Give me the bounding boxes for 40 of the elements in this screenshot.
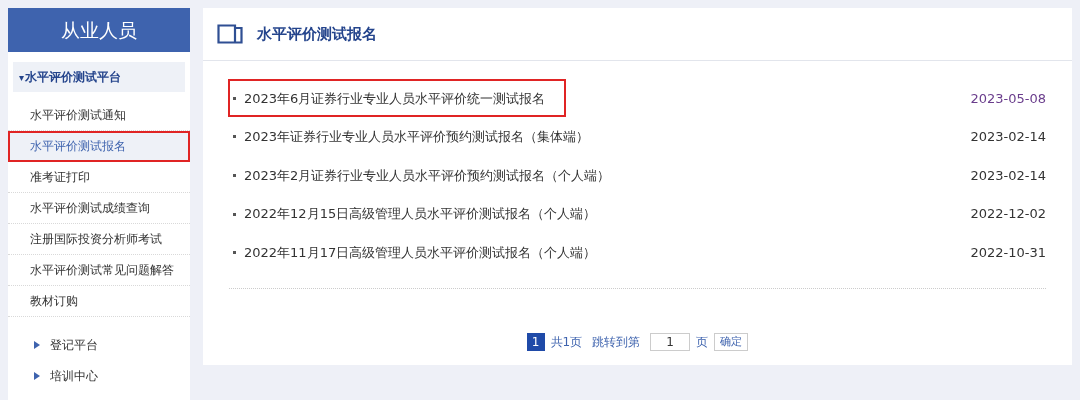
- panel-icon: [217, 24, 243, 44]
- sidebar-title: 从业人员: [8, 8, 190, 52]
- page-unit-label: 页: [696, 333, 709, 351]
- page-button[interactable]: 1: [526, 332, 545, 351]
- news-date: 2023-02-14: [970, 128, 1046, 147]
- bullet-icon: [233, 135, 236, 139]
- news-item[interactable]: 2022年11月17日高级管理人员水平评价测试报名（个人端）: [229, 234, 617, 271]
- section-label: 水平评价测试平台: [25, 69, 122, 86]
- news-date: 2022-10-31: [970, 243, 1046, 262]
- news-link[interactable]: 2023年6月证券行业专业人员水平评价统一测试报名: [244, 88, 546, 109]
- sidebar-item[interactable]: 注册国际投资分析师考试: [8, 224, 190, 255]
- news-date: 2023-02-14: [970, 166, 1046, 185]
- page-count: 共1页: [550, 333, 583, 351]
- news-link[interactable]: 2022年11月17日高级管理人员水平评价测试报名（个人端）: [244, 242, 597, 263]
- sidebar-item[interactable]: 准考证打印: [8, 162, 190, 193]
- bullet-icon: [233, 174, 236, 177]
- news-item[interactable]: 2023年6月证券行业专业人员水平评价统一测试报名: [229, 80, 566, 117]
- sidebar-item[interactable]: 水平评价测试报名: [8, 131, 190, 162]
- page-input[interactable]: 1: [650, 332, 691, 351]
- caret-icon: ▾: [19, 69, 25, 85]
- panel-title: 水平评价测试报名: [257, 23, 377, 45]
- news-date: 2023-05-08: [970, 89, 1046, 108]
- jump-label: 跳转到第: [592, 333, 641, 351]
- news-date: 2022-12-02: [970, 205, 1046, 224]
- news-link[interactable]: 2023年2月证券行业专业人员水平评价预约测试报名（个人端）: [244, 165, 611, 186]
- confirm-button[interactable]: 确定: [714, 332, 749, 351]
- bullet-icon: [233, 251, 236, 255]
- sidebar-item[interactable]: 教材订购: [8, 286, 190, 317]
- news-item[interactable]: 2023年证券行业专业人员水平评价预约测试报名（集体端）: [229, 118, 610, 155]
- sidebar-group-link[interactable]: 培训中心: [50, 366, 98, 385]
- news-link[interactable]: 2022年12月15日高级管理人员水平评价测试报名（个人端）: [244, 204, 597, 224]
- bullet-icon: [233, 212, 236, 216]
- sidebar-item[interactable]: 水平评价测试成绩查询: [8, 193, 190, 224]
- bullet-icon: [233, 96, 236, 100]
- section-header[interactable]: ▾水平评价测试平台: [13, 62, 185, 92]
- news-link[interactable]: 2023年证券行业专业人员水平评价预约测试报名（集体端）: [244, 127, 590, 147]
- news-item[interactable]: 2022年12月15日高级管理人员水平评价测试报名（个人端）: [229, 196, 617, 233]
- news-item[interactable]: 2023年2月证券行业专业人员水平评价预约测试报名（个人端）: [229, 157, 631, 194]
- sidebar-item[interactable]: 水平评价测试常见问题解答: [8, 255, 190, 286]
- sidebar-group-link[interactable]: 登记平台: [50, 335, 98, 354]
